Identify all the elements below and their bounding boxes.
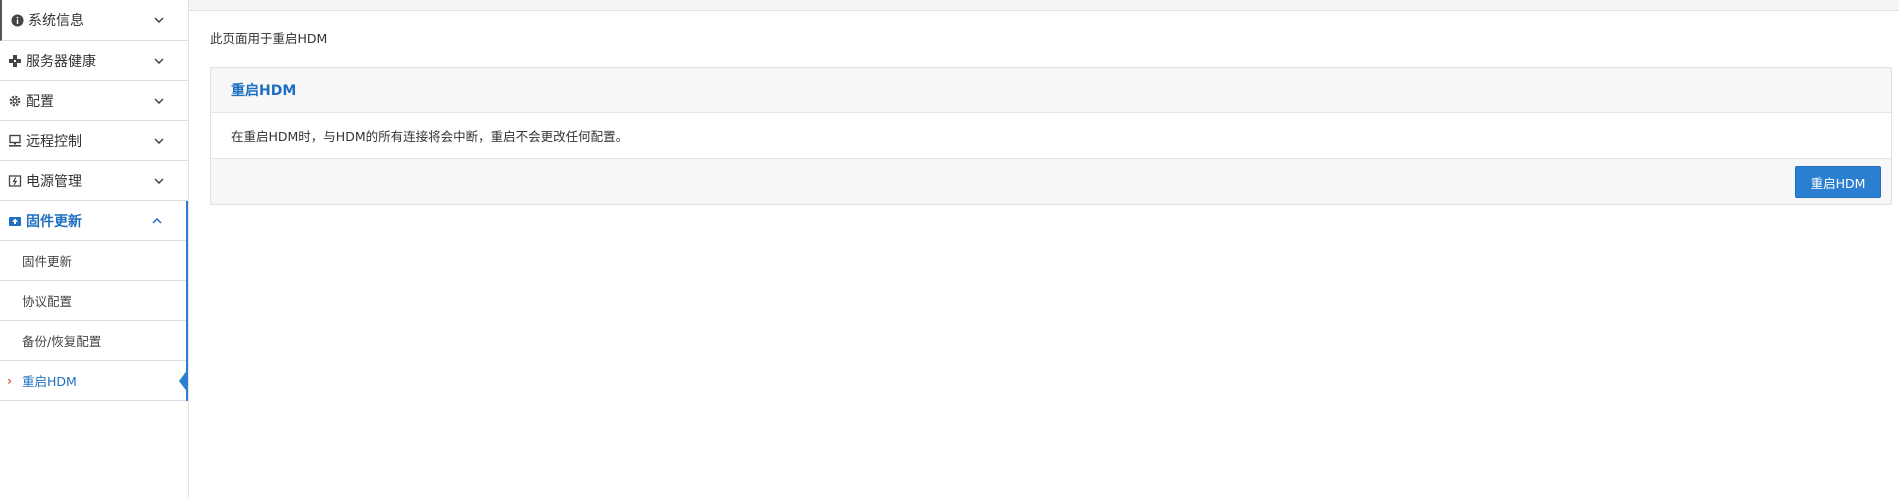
chevron-down-icon [152,94,166,108]
subitem-restart-hdm[interactable]: › 重启HDM [0,361,188,401]
main-content: 此页面用于重启HDM 重启HDM 在重启HDM时，与HDM的所有连接将会中断，重… [189,11,1899,499]
active-pointer [179,369,188,393]
sidebar-item-label: 电源管理 [26,173,82,190]
top-bar [189,0,1899,11]
sidebar-item-remote-control[interactable]: 远程控制 [0,121,188,161]
panel-message: 在重启HDM时，与HDM的所有连接将会中断，重启不会更改任何配置。 [211,113,1891,159]
subitem-firmware-update[interactable]: 固件更新 [0,241,186,281]
sidebar-item-power-management[interactable]: 电源管理 [0,161,188,201]
power-icon [6,172,24,190]
info-icon [8,11,26,29]
gear-icon [6,92,24,110]
sidebar-item-server-health[interactable]: 服务器健康 [0,41,188,81]
sidebar-item-label: 系统信息 [28,13,84,29]
subitem-backup-restore[interactable]: 备份/恢复配置 [0,321,186,361]
sidebar-item-firmware-update[interactable]: 固件更新 [0,201,186,241]
subitem-label: 重启HDM [22,374,77,389]
sidebar-item-config[interactable]: 配置 [0,81,188,121]
panel-title: 重启HDM [211,68,1891,113]
remote-control-icon [6,132,24,150]
page-description: 此页面用于重启HDM [210,31,328,46]
subitem-label: 固件更新 [22,254,73,269]
health-icon [6,52,24,70]
subitem-protocol-config[interactable]: 协议配置 [0,281,186,321]
chevron-down-icon [152,174,166,188]
chevron-right-icon: › [7,374,12,388]
sidebar-item-label: 固件更新 [26,213,82,230]
chevron-down-icon [152,13,166,27]
restart-panel: 重启HDM 在重启HDM时，与HDM的所有连接将会中断，重启不会更改任何配置。 … [210,67,1892,205]
panel-footer: 重启HDM [211,159,1891,204]
chevron-down-icon [152,134,166,148]
firmware-update-icon [6,212,24,230]
subitem-label: 协议配置 [22,294,73,309]
chevron-up-icon [150,214,164,228]
firmware-update-group: 固件更新 固件更新 协议配置 备份/恢复配置 › 重启HDM [0,201,188,401]
sidebar-item-label: 服务器健康 [26,53,96,70]
sidebar-item-label: 配置 [26,93,54,110]
sidebar-item-system-info[interactable]: 系统信息 [0,0,188,41]
sidebar: 系统信息 服务器健康 配置 远程控制 电源管理 固件更新 固件更新 协议配置 备… [0,0,189,499]
chevron-down-icon [152,54,166,68]
sidebar-item-label: 远程控制 [26,133,82,150]
restart-hdm-button[interactable]: 重启HDM [1795,166,1881,198]
subitem-label: 备份/恢复配置 [22,334,102,349]
